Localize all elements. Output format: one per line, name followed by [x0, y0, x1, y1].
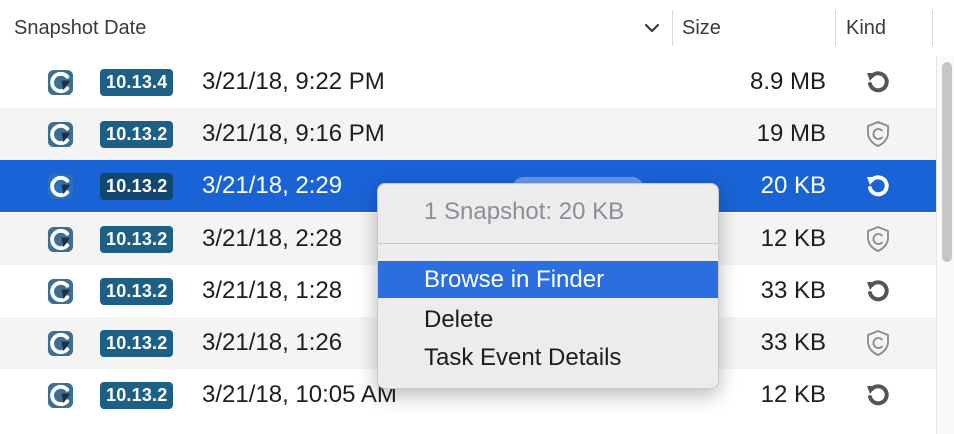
snapshot-row[interactable]: 10.13.2 3/21/18, 9:16 PM 19 MB	[0, 108, 936, 160]
column-divider[interactable]	[672, 10, 673, 46]
chevron-down-icon[interactable]	[640, 16, 664, 40]
os-version-badge: 10.13.2	[100, 121, 174, 148]
column-header-snapshot-date[interactable]: Snapshot Date	[14, 0, 146, 56]
column-header-size[interactable]: Size	[682, 0, 721, 56]
restore-icon	[867, 175, 889, 197]
snapshot-date: 3/21/18, 9:22 PM	[202, 68, 385, 95]
scrollbar-thumb[interactable]	[942, 62, 952, 262]
snapshot-size: 12 KB	[760, 225, 826, 252]
snapshot-size: 33 KB	[760, 329, 826, 356]
column-divider[interactable]	[835, 10, 836, 46]
context-menu: 1 Snapshot: 20 KB Browse in Finder Delet…	[377, 183, 719, 389]
restore-icon	[867, 280, 889, 302]
carbon-copy-cloner-icon	[47, 382, 74, 409]
column-divider[interactable]	[932, 10, 933, 46]
snapshot-size: 20 KB	[760, 172, 826, 199]
snapshot-size: 19 MB	[756, 120, 826, 147]
carbon-copy-cloner-icon	[47, 330, 74, 357]
os-version-badge: 10.13.2	[100, 382, 174, 409]
carbon-copy-cloner-icon	[47, 121, 74, 148]
shield-icon	[867, 330, 889, 356]
snapshot-date: 3/21/18, 2:28	[202, 225, 343, 252]
shield-icon	[867, 121, 889, 147]
carbon-copy-cloner-icon	[47, 278, 74, 305]
os-version-badge: 10.13.2	[100, 330, 174, 357]
context-menu-header: 1 Snapshot: 20 KB	[424, 198, 625, 225]
menu-item-delete[interactable]: Delete	[378, 301, 718, 338]
table-header: Snapshot Date Size Kind	[0, 0, 954, 56]
os-version-badge: 10.13.2	[100, 173, 174, 200]
restore-icon	[867, 384, 889, 406]
os-version-badge: 10.13.2	[100, 278, 174, 305]
menu-separator	[378, 243, 718, 244]
carbon-copy-cloner-icon	[47, 173, 74, 200]
snapshot-date: 3/21/18, 10:05 AM	[202, 381, 397, 408]
shield-icon	[867, 226, 889, 252]
os-version-badge: 10.13.2	[100, 226, 174, 253]
carbon-copy-cloner-icon	[47, 226, 74, 253]
column-header-kind[interactable]: Kind	[846, 0, 886, 56]
snapshot-size: 12 KB	[760, 381, 826, 408]
snapshot-date: 3/21/18, 9:16 PM	[202, 120, 385, 147]
restore-icon	[867, 71, 889, 93]
menu-item-browse-in-finder[interactable]: Browse in Finder	[378, 261, 718, 298]
os-version-badge: 10.13.4	[100, 69, 174, 96]
snapshot-date: 3/21/18, 2:29	[202, 172, 343, 199]
snapshot-size: 8.9 MB	[749, 68, 826, 95]
menu-item-task-event-details[interactable]: Task Event Details	[378, 339, 718, 376]
snapshot-size: 33 KB	[760, 277, 826, 304]
snapshot-row[interactable]: 10.13.4 3/21/18, 9:22 PM 8.9 MB	[0, 56, 936, 108]
snapshot-date: 3/21/18, 1:28	[202, 277, 343, 304]
carbon-copy-cloner-icon	[47, 69, 74, 96]
snapshot-date: 3/21/18, 1:26	[202, 329, 343, 356]
